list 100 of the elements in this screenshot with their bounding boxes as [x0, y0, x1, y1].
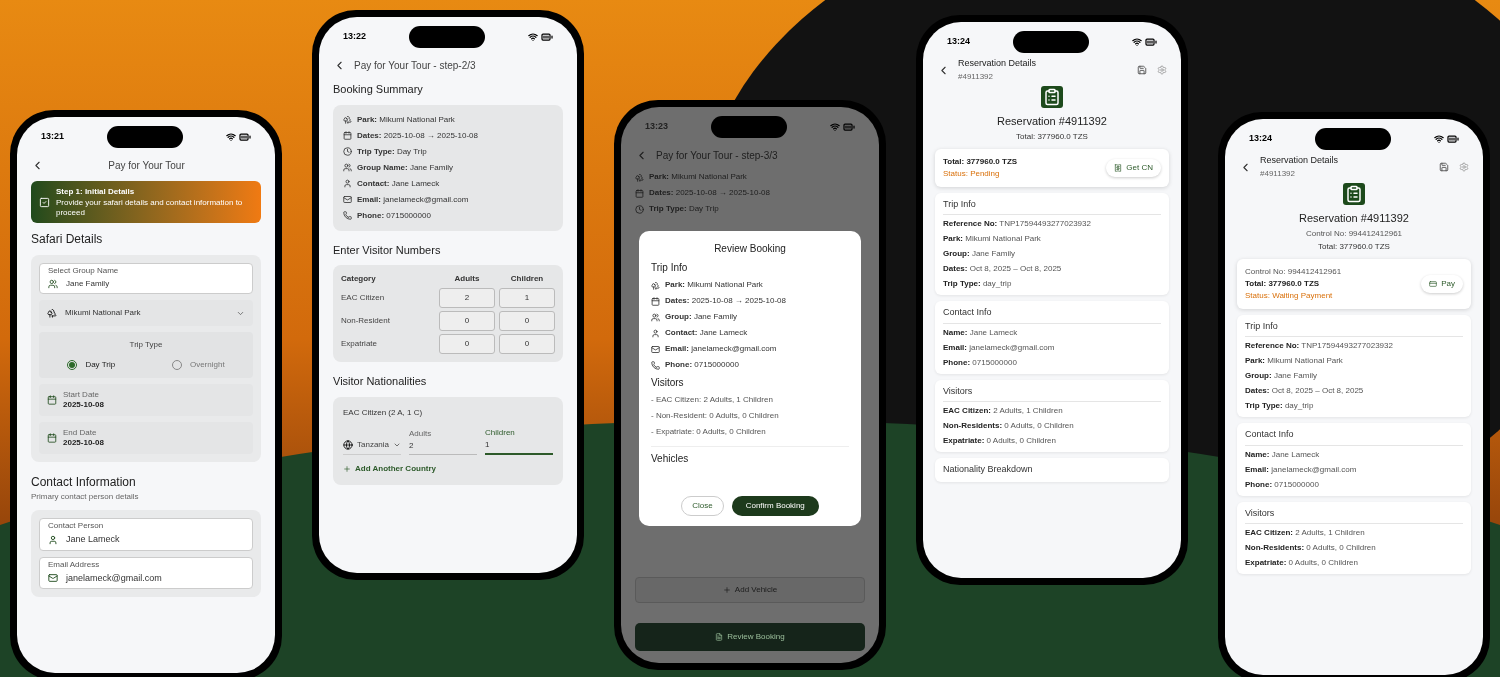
- children-field[interactable]: Children 1: [485, 426, 553, 455]
- category-label: EAC Citizen: [341, 292, 386, 304]
- clock-icon: [635, 204, 644, 214]
- text-field[interactable]: Contact Person Jane Lameck: [39, 518, 253, 551]
- info-row-text: Non-Residents: 0 Adults, 0 Children: [1245, 542, 1377, 554]
- detail-text: Dates: 2025-10-08 → 2025-10-08: [357, 129, 478, 142]
- info-row-text: Park: Mikumi National Park: [1245, 355, 1344, 367]
- person-icon: [651, 328, 660, 338]
- person-icon: [48, 534, 58, 545]
- status-time: 13:22: [343, 30, 367, 44]
- info-row-text: Phone: 0715000000: [943, 356, 1018, 369]
- group-name-field[interactable]: Select Group Name Jane Family: [39, 263, 253, 294]
- adults-field[interactable]: Adults 2: [409, 427, 477, 455]
- total-text: Total: 377960.0 TZS: [1016, 130, 1088, 143]
- country-select[interactable]: Tanzania: [343, 438, 402, 455]
- field-value: 1: [485, 438, 491, 451]
- banner-title: Step 1: Initial Details: [56, 186, 136, 198]
- number-input[interactable]: 0: [499, 311, 555, 331]
- save-icon[interactable]: [1439, 162, 1449, 172]
- total-text: Total: 377960.0 TZS: [1318, 240, 1390, 253]
- action-button[interactable]: Pay: [1421, 274, 1463, 293]
- info-row-text: Group: Jane Family: [1245, 370, 1319, 382]
- number-input[interactable]: 0: [439, 334, 495, 354]
- date-field[interactable]: End Date 2025-10-08: [39, 422, 253, 454]
- wifi-icon: [226, 132, 236, 142]
- text-field[interactable]: Email Address janelameck@gmail.com: [39, 556, 253, 589]
- review-booking-button[interactable]: Review Booking: [635, 623, 865, 651]
- plus-icon: [343, 464, 351, 473]
- info-row-text: Dates: Oct 8, 2025 – Oct 8, 2025: [943, 263, 1063, 275]
- banner-text: Provide your safari details and contact information to proceed: [56, 198, 244, 218]
- save-icon[interactable]: [1137, 65, 1147, 75]
- confirm-button[interactable]: Confirm Booking: [731, 496, 819, 516]
- card-heading: Trip Info: [943, 197, 977, 211]
- battery-icon: [541, 31, 553, 43]
- battery-icon: [1145, 36, 1157, 48]
- battery-icon: [239, 131, 251, 143]
- clipboard-icon: [1343, 183, 1365, 205]
- info-row-text: Email: janelameck@gmail.com: [1245, 463, 1358, 476]
- detail-text: Dates: 2025-10-08 → 2025-10-08: [649, 187, 770, 199]
- detail-text: Dates: 2025-10-08 → 2025-10-08: [665, 295, 786, 307]
- add-country-button[interactable]: Add Another Country: [343, 462, 437, 475]
- select-value: Mikumi National Park: [65, 307, 142, 319]
- status-time: 13:24: [1249, 132, 1273, 146]
- group-icon: [343, 163, 352, 172]
- dialog-heading: Trip Info: [651, 261, 689, 275]
- info-row-text: Expatriate: 0 Adults, 0 Children: [1245, 557, 1359, 569]
- tree-icon: [343, 115, 352, 124]
- close-button[interactable]: Close: [681, 496, 724, 516]
- calendar-icon: [47, 395, 57, 405]
- action-button[interactable]: Get CN: [1106, 158, 1161, 177]
- wifi-icon: [1434, 134, 1444, 144]
- plus-icon: [722, 586, 731, 594]
- status-text: Status: Waiting Payment: [1245, 289, 1334, 302]
- date-field[interactable]: Start Date 2025-10-08: [39, 384, 253, 416]
- status-time: 13:24: [947, 35, 971, 49]
- status-text: Status: Pending: [943, 167, 1001, 180]
- field-value: Jane Family: [66, 278, 110, 290]
- detail-text: Group Name: Jane Family: [357, 161, 454, 174]
- card-heading: Contact Info: [943, 306, 993, 319]
- screen-title: Reservation Details: [958, 57, 1038, 71]
- calendar-icon: [635, 188, 644, 198]
- total-text: Total: 377960.0 TZS: [1245, 277, 1321, 290]
- column-header: Adults: [453, 273, 481, 285]
- detail-text: Contact: Jane Lameck: [665, 327, 748, 339]
- dialog-heading: Visitors: [651, 376, 685, 390]
- number-input[interactable]: 0: [439, 311, 495, 331]
- info-row-text: Dates: Oct 8, 2025 – Oct 8, 2025: [1245, 385, 1365, 397]
- info-row-text: Reference No: TNP17594493277023932: [943, 218, 1092, 230]
- section-heading: Enter Visitor Numbers: [333, 242, 442, 258]
- phone-icon: [343, 211, 352, 220]
- detail-text: Park: Mikumi National Park: [665, 279, 763, 291]
- battery-icon: [1447, 133, 1459, 145]
- field-label: End Date: [63, 428, 98, 438]
- info-row-text: Name: Jane Lameck: [1245, 448, 1321, 461]
- section-heading: Visitor Nationalities: [333, 374, 428, 389]
- detail-text: Trip Type: Day Trip: [649, 203, 719, 215]
- calendar-icon: [47, 433, 57, 443]
- info-row-text: Park: Mikumi National Park: [943, 233, 1042, 245]
- radio-label: Overnight: [189, 359, 225, 371]
- number-input[interactable]: 0: [499, 334, 555, 354]
- field-label: Contact Person: [48, 522, 105, 530]
- field-value: janelameck@gmail.com: [66, 571, 162, 585]
- select-value: Tanzania: [357, 438, 390, 451]
- screen-subtitle: #4911392: [958, 70, 994, 83]
- wifi-icon: [528, 32, 538, 42]
- info-row-text: EAC Citizen: 2 Adults, 1 Children: [1245, 527, 1366, 539]
- detail-text: Phone: 0715000000: [665, 359, 739, 371]
- category-label: Expatriate: [341, 338, 379, 350]
- battery-icon: [843, 121, 855, 133]
- park-select[interactable]: Mikumi National Park: [39, 300, 253, 326]
- detail-text: Email: janelameck@gmail.com: [665, 343, 777, 355]
- column-header: Children: [509, 273, 545, 285]
- section-heading: Safari Details: [31, 231, 104, 248]
- screen-title: Pay for Your Tour: [107, 158, 186, 173]
- reservation-title: Reservation #4911392: [997, 114, 1107, 129]
- detail-text: Group: Jane Family: [665, 311, 738, 323]
- detail-text: Park: Mikumi National Park: [649, 171, 747, 183]
- number-input[interactable]: 2: [439, 288, 495, 308]
- mail-icon: [651, 344, 660, 354]
- number-input[interactable]: 1: [499, 288, 555, 308]
